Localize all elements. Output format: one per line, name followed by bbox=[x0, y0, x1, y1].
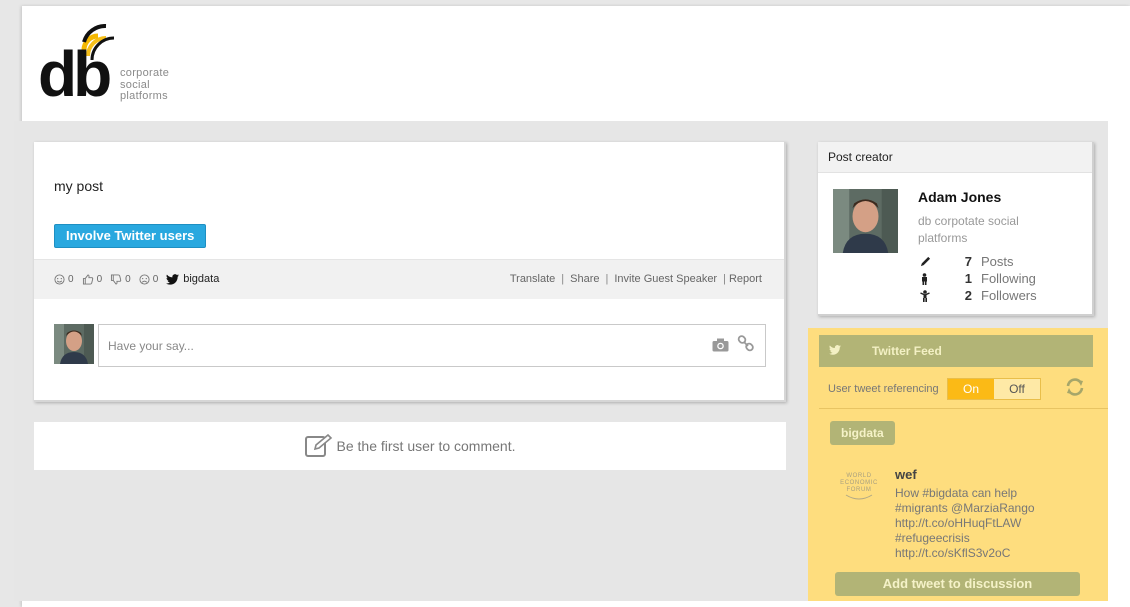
reaction-thumbs-down[interactable]: 0 bbox=[110, 274, 131, 285]
report-link[interactable]: Report bbox=[729, 273, 762, 285]
creator-organization: db corpotate social platforms bbox=[918, 214, 1019, 245]
stat-following[interactable]: 1 Following bbox=[920, 270, 1037, 287]
no-comments-notice: Be the first user to comment. bbox=[34, 422, 786, 470]
post-creator-header: Post creator bbox=[818, 142, 1092, 173]
creator-stats: 7 Posts 1 Following 2 Followers bbox=[920, 253, 1037, 304]
stat-posts[interactable]: 7 Posts bbox=[920, 253, 1037, 270]
creator-avatar[interactable] bbox=[833, 189, 898, 253]
post-creator-card: Post creator Adam Jones db corpotate soc… bbox=[818, 142, 1094, 316]
involve-twitter-users-button[interactable]: Involve Twitter users bbox=[54, 224, 207, 248]
refresh-icon[interactable] bbox=[1065, 377, 1085, 397]
post-action-bar: 0 0 0 0 bigdata Translate | Share | Invite G… bbox=[34, 259, 784, 299]
logo-tagline: corporate social platforms bbox=[120, 67, 170, 102]
post-actions: Translate | Share | Invite Guest Speaker | Rep… bbox=[509, 273, 762, 285]
edit-icon bbox=[304, 434, 332, 457]
stat-followers[interactable]: 2 Followers bbox=[920, 287, 1037, 304]
camera-icon[interactable] bbox=[712, 338, 729, 352]
hashtag-badge[interactable]: bigdata bbox=[830, 421, 895, 445]
comment-field bbox=[98, 324, 766, 367]
thumbs-up-icon bbox=[82, 273, 93, 285]
tweet-author-logo: WORLD ECONOMIC FORUM bbox=[833, 473, 885, 509]
toggle-on[interactable]: On bbox=[948, 379, 994, 399]
header: db corporate social platforms bbox=[22, 6, 1130, 127]
wef-logo-icon bbox=[845, 494, 873, 500]
comment-input[interactable] bbox=[99, 325, 699, 366]
add-tweet-to-discussion-button[interactable]: Add tweet to discussion bbox=[835, 572, 1080, 596]
reaction-smile[interactable]: 0 bbox=[54, 274, 74, 285]
reaction-thumbs-up[interactable]: 0 bbox=[82, 273, 102, 285]
link-icon[interactable] bbox=[737, 335, 755, 353]
twitter-feed-header: Twitter Feed bbox=[819, 335, 1093, 367]
creator-name[interactable]: Adam Jones bbox=[918, 189, 1001, 205]
tweet-referencing-toggle: On Off bbox=[947, 378, 1041, 400]
tweet-referencing-label: User tweet referencing bbox=[828, 383, 939, 395]
twitter-bird-icon bbox=[829, 345, 841, 355]
logo-mark: db bbox=[38, 38, 112, 110]
toggle-off[interactable]: Off bbox=[994, 379, 1040, 399]
comment-composer bbox=[54, 324, 766, 368]
hashtag-link[interactable]: bigdata bbox=[166, 273, 219, 285]
avatar bbox=[54, 324, 94, 364]
post-card: my post Involve Twitter users 0 0 0 0 bi… bbox=[34, 142, 786, 402]
person-icon bbox=[922, 272, 927, 285]
sad-icon bbox=[139, 273, 150, 285]
twitter-bird-icon bbox=[166, 273, 180, 285]
invite-guest-speaker-link[interactable]: Invite Guest Speaker bbox=[614, 273, 717, 285]
logo[interactable]: db corporate social platforms bbox=[38, 24, 188, 108]
person-arms-icon bbox=[920, 289, 930, 302]
twitter-feed-panel: Twitter Feed User tweet referencing On O… bbox=[808, 328, 1108, 601]
smile-icon bbox=[54, 273, 65, 285]
tweet-text: How #bigdata can help #migrants @MarziaR… bbox=[895, 486, 1035, 560]
share-link[interactable]: Share bbox=[570, 273, 599, 285]
pencil-icon bbox=[920, 256, 931, 267]
reaction-sad[interactable]: 0 bbox=[139, 273, 158, 285]
tweet-author[interactable]: wef bbox=[895, 467, 917, 482]
thumbs-down-icon bbox=[111, 273, 122, 285]
post-text: my post bbox=[54, 178, 104, 194]
translate-link[interactable]: Translate bbox=[510, 273, 555, 285]
tweet-referencing-row: User tweet referencing On Off bbox=[819, 367, 1108, 409]
reactions: 0 0 0 0 bigdata bbox=[54, 273, 219, 285]
